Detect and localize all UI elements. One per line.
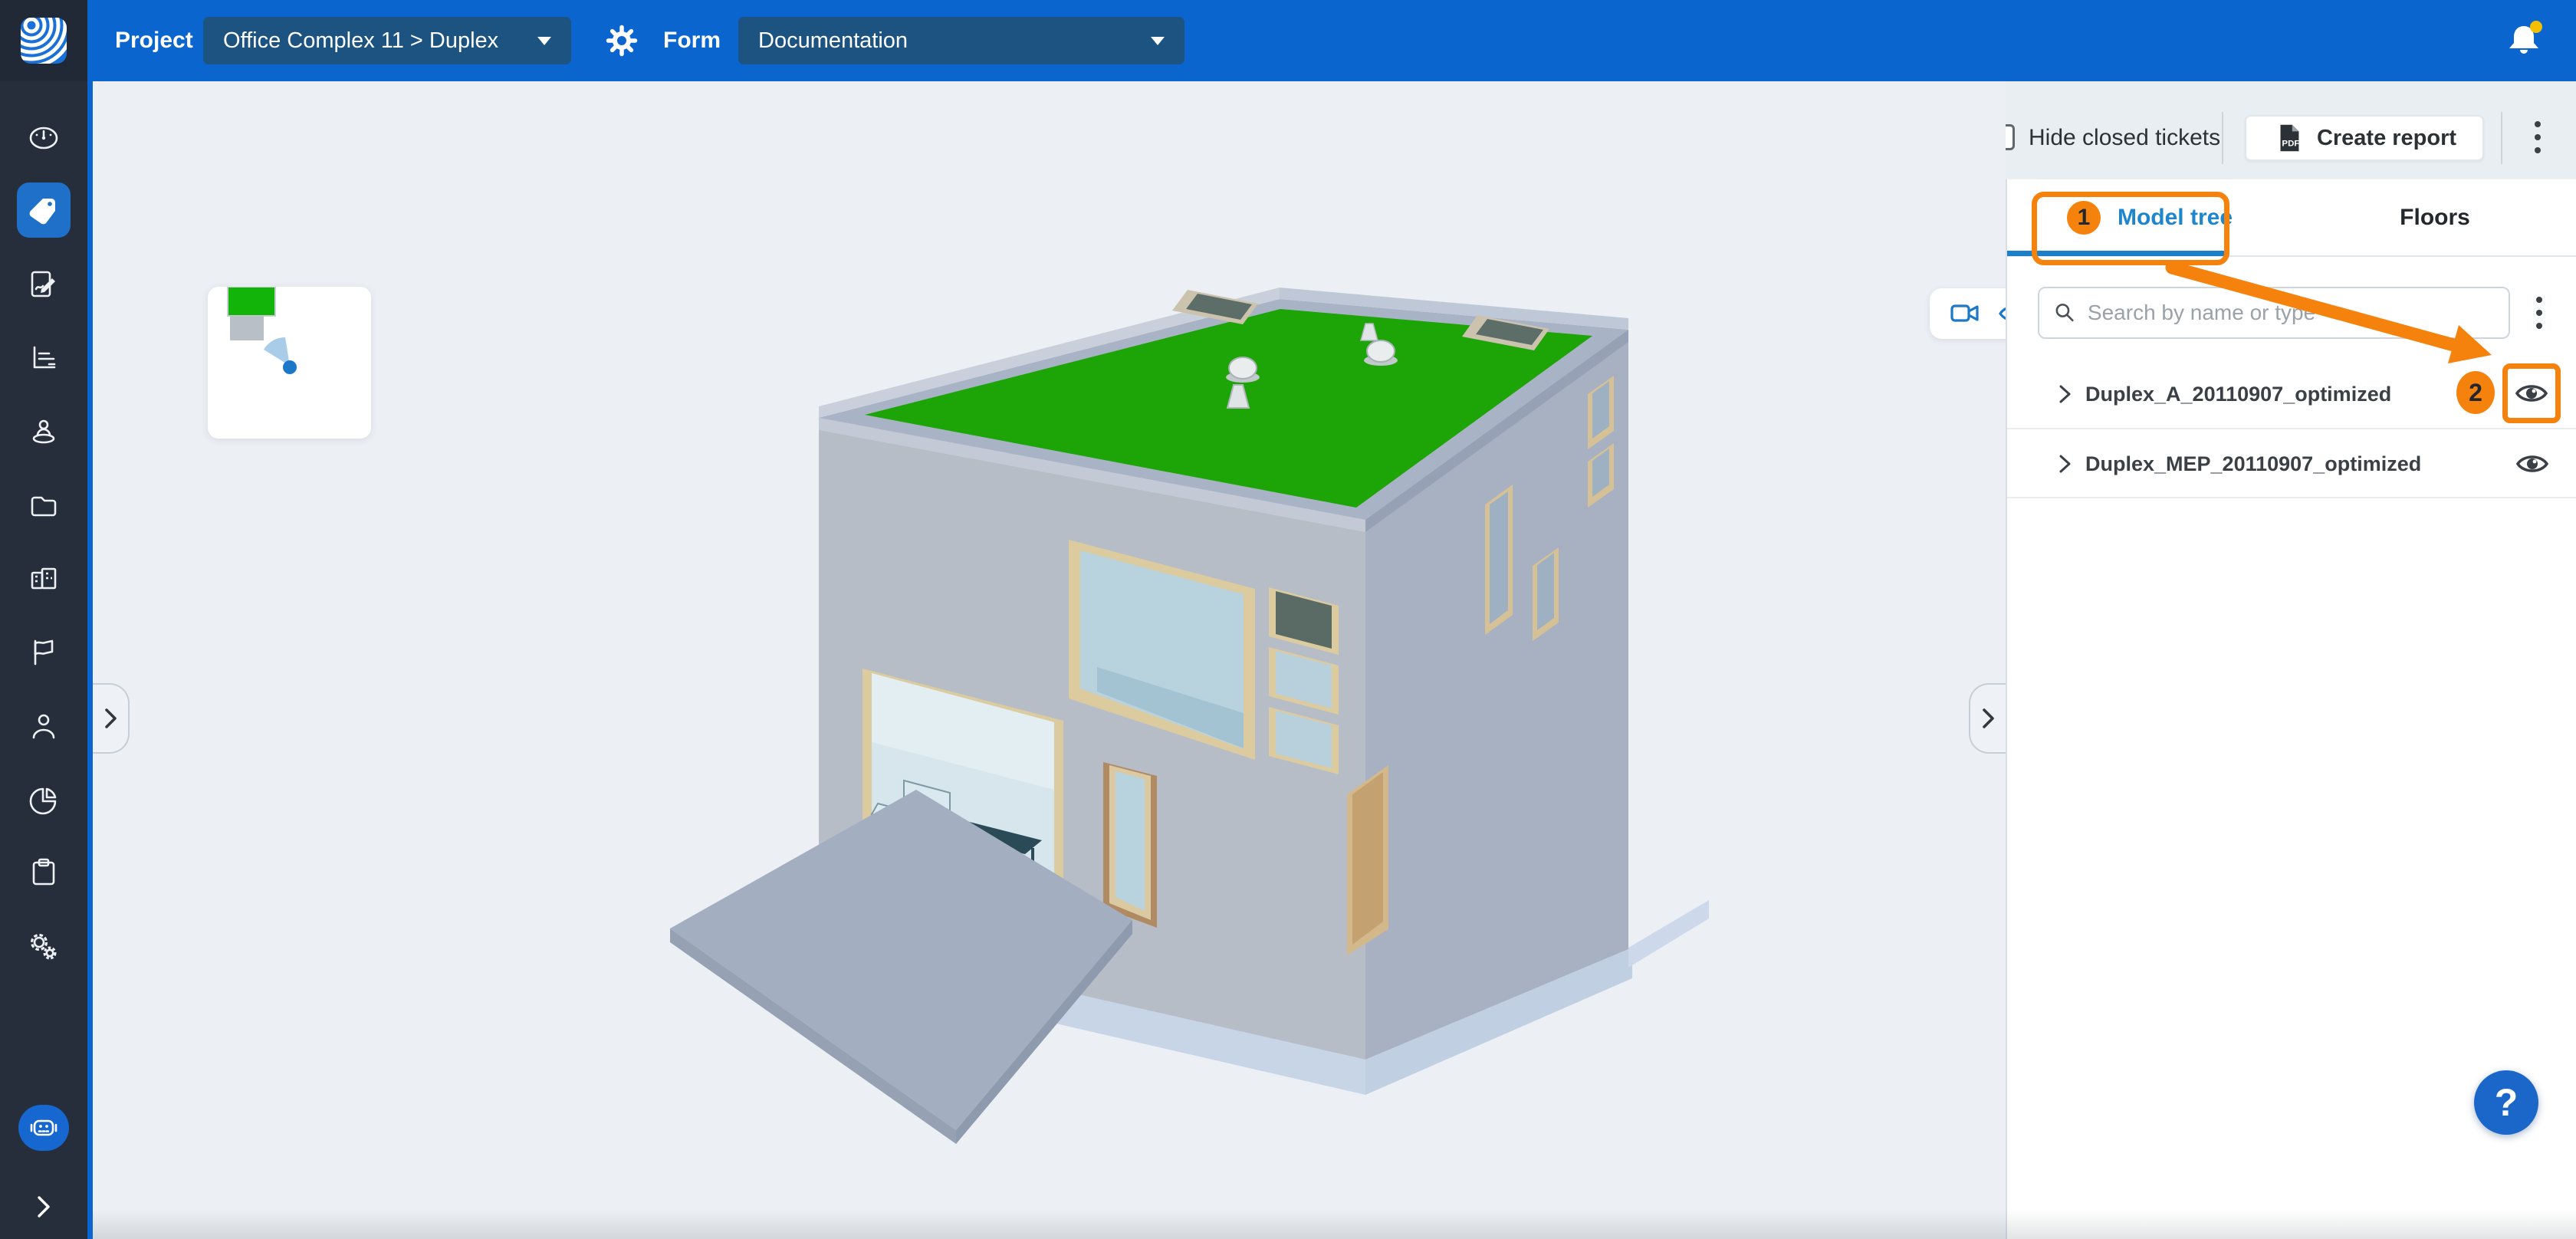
sidebar-nav xyxy=(0,81,87,1239)
toolbar-overflow-menu[interactable] xyxy=(2522,121,2553,156)
tab-model-tree[interactable]: 1 Model tree xyxy=(2007,179,2292,255)
model-tree-options-menu[interactable] xyxy=(2522,296,2556,330)
project-settings-gear-icon[interactable] xyxy=(604,23,639,58)
caret-down-icon xyxy=(537,37,551,45)
caret-down-icon xyxy=(1151,37,1165,45)
toolbar-divider xyxy=(2501,112,2502,164)
building-3d-model[interactable] xyxy=(93,176,2006,1239)
form-dropdown-value: Documentation xyxy=(758,28,1131,54)
form-label: Form xyxy=(663,0,721,81)
model-node-label[interactable]: Duplex_A_20110907_optimized xyxy=(2085,360,2391,428)
settings-gears-icon[interactable] xyxy=(26,929,61,965)
letsbuild-logo-icon xyxy=(21,18,67,64)
planning-gantt-icon[interactable] xyxy=(26,340,61,376)
app-logo[interactable] xyxy=(0,0,87,81)
flags-icon[interactable] xyxy=(26,635,61,670)
tasks-clipboard-icon[interactable] xyxy=(26,855,61,890)
projects-buildings-icon[interactable] xyxy=(26,561,61,596)
bim-3d-viewer[interactable] xyxy=(93,81,2006,1239)
sidebar-accent-stripe xyxy=(87,81,93,1239)
expand-chevron-icon[interactable] xyxy=(2053,452,2076,475)
form-dropdown[interactable]: Documentation xyxy=(738,17,1184,64)
visibility-toggle-eye-icon[interactable] xyxy=(2514,377,2549,409)
ai-assistant-button[interactable] xyxy=(18,1105,69,1151)
tab-floors[interactable]: Floors xyxy=(2292,179,2576,255)
viewer-minimap[interactable] xyxy=(208,287,371,439)
project-dropdown-value: Office Complex 11 > Duplex xyxy=(223,28,518,54)
tab-model-tree-label: Model tree xyxy=(2118,205,2233,231)
active-tab-underline xyxy=(2007,251,2229,256)
annotation-step-1-badge: 1 xyxy=(2067,201,2101,235)
robot-icon xyxy=(26,1112,61,1144)
app-root: Project Office Complex 11 > Duplex Form … xyxy=(0,0,2576,1239)
camera-position-dot xyxy=(283,360,297,374)
model-search-input[interactable] xyxy=(2088,301,2496,325)
site-presence-icon[interactable] xyxy=(26,415,61,450)
create-report-button[interactable]: PDF Create report xyxy=(2245,115,2484,161)
right-panel-collapse-handle[interactable] xyxy=(1969,683,2006,754)
project-label: Project xyxy=(115,0,193,81)
expand-chevron-icon[interactable] xyxy=(2053,383,2076,406)
notification-dot xyxy=(2530,21,2542,33)
minimap-plan xyxy=(208,287,371,439)
forms-edit-icon[interactable] xyxy=(26,267,61,302)
dashboard-gauge-icon[interactable] xyxy=(26,120,61,156)
contacts-person-icon[interactable] xyxy=(26,709,61,744)
create-report-label: Create report xyxy=(2317,126,2456,151)
pdf-file-icon: PDF xyxy=(2272,120,2306,156)
tickets-tag-icon[interactable] xyxy=(26,192,61,228)
project-dropdown[interactable]: Office Complex 11 > Duplex xyxy=(203,17,571,64)
chevron-right-icon xyxy=(1977,705,1999,732)
chevron-right-icon xyxy=(100,705,121,732)
help-button[interactable]: ? xyxy=(2474,1070,2538,1135)
model-tree-row-duplex-mep[interactable]: Duplex_MEP_20110907_optimized xyxy=(2007,431,2576,498)
model-search-field[interactable] xyxy=(2038,287,2510,339)
svg-text:PDF: PDF xyxy=(2282,140,2299,149)
tab-floors-label: Floors xyxy=(2400,205,2470,231)
left-panel-expand-handle[interactable] xyxy=(93,683,130,754)
search-icon xyxy=(2052,298,2078,327)
annotation-step-2-badge: 2 xyxy=(2456,371,2495,414)
reports-pie-chart-icon[interactable] xyxy=(26,783,61,818)
walkthrough-camera-icon[interactable] xyxy=(1947,297,1983,330)
hide-closed-tickets-label[interactable]: Hide closed tickets xyxy=(2029,115,2220,161)
top-bar: Project Office Complex 11 > Duplex Form … xyxy=(0,0,2576,81)
help-label: ? xyxy=(2495,1080,2518,1125)
model-node-label[interactable]: Duplex_MEP_20110907_optimized xyxy=(2085,431,2421,497)
notifications-bell-icon[interactable] xyxy=(2505,18,2547,61)
toolbar-divider xyxy=(2222,112,2223,164)
sidebar-expand-chevron-icon[interactable] xyxy=(30,1190,58,1224)
visibility-toggle-eye-icon[interactable] xyxy=(2515,448,2550,480)
model-tree-row-duplex-a[interactable]: Duplex_A_20110907_optimized 2 xyxy=(2007,360,2576,429)
documents-folder-icon[interactable] xyxy=(26,488,61,524)
annotation-box-eye-toggle xyxy=(2502,363,2561,423)
